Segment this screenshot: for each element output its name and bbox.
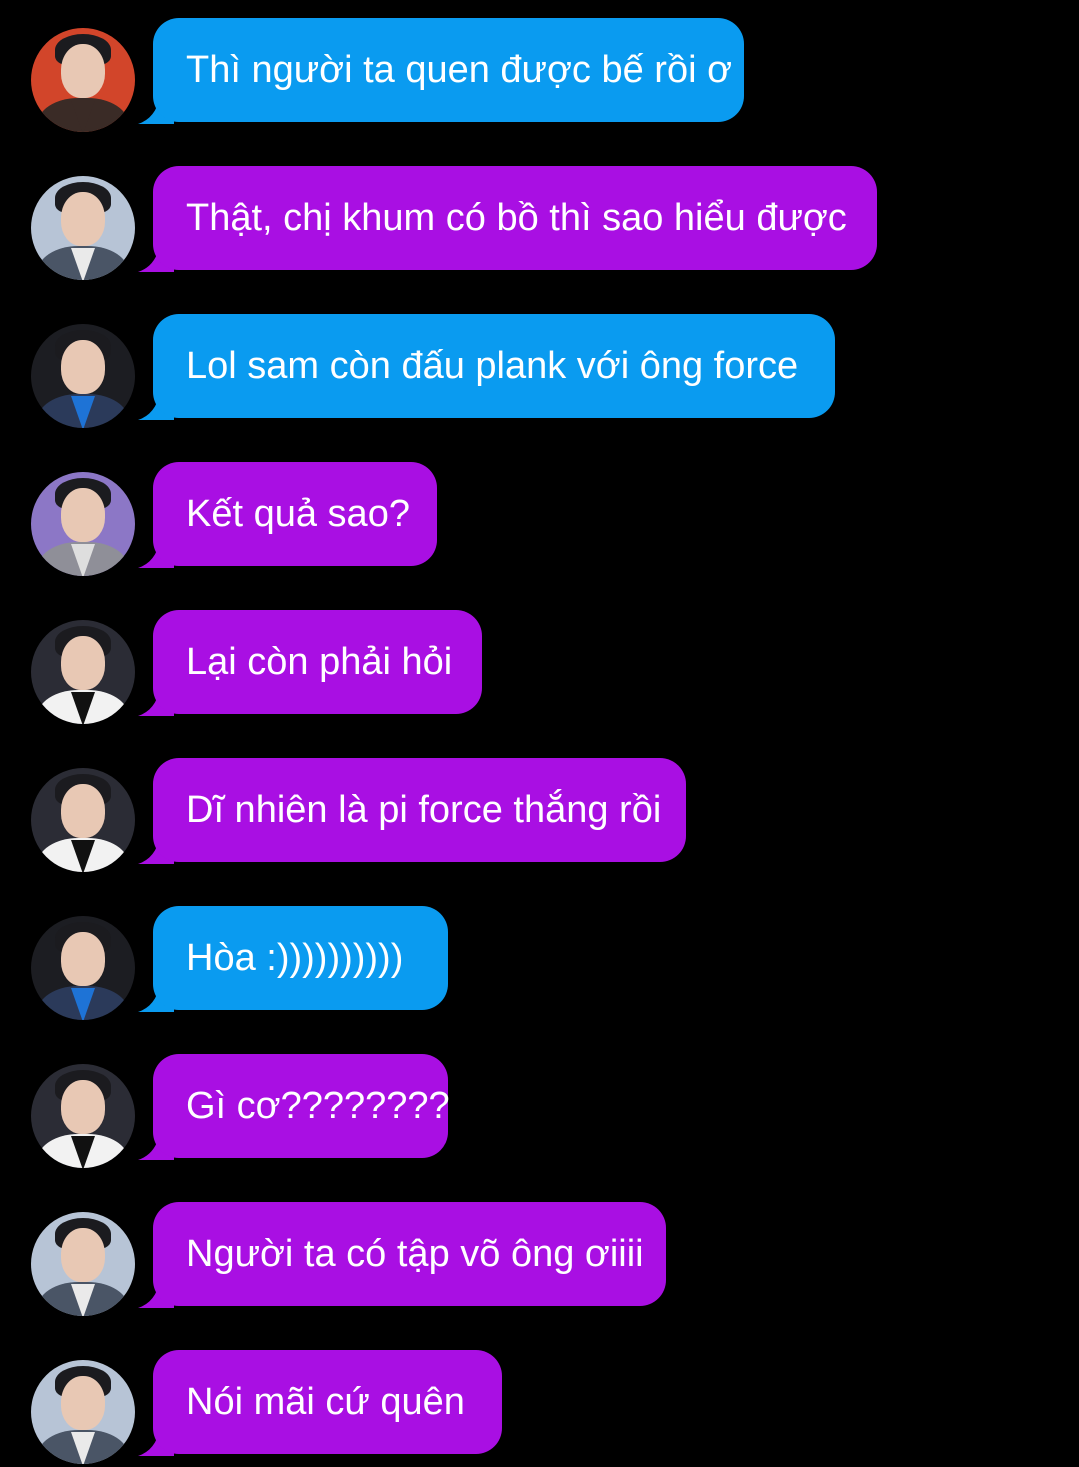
message-bubble[interactable]: Kết quả sao?	[153, 462, 437, 566]
message-row: Nói mãi cứ quên	[0, 1350, 1079, 1464]
avatar[interactable]	[31, 324, 135, 428]
message-row: Gì cơ????????	[0, 1054, 1079, 1168]
message-row: Kết quả sao?	[0, 462, 1079, 576]
message-text: Gì cơ????????	[186, 1084, 450, 1127]
message-row: Lol sam còn đấu plank với ông force	[0, 314, 1079, 428]
message-row: Lại còn phải hỏi	[0, 610, 1079, 724]
avatar[interactable]	[31, 1064, 135, 1168]
message-bubble[interactable]: Gì cơ????????	[153, 1054, 450, 1158]
message-bubble[interactable]: Lol sam còn đấu plank với ông force	[153, 314, 835, 418]
avatar[interactable]	[31, 28, 135, 132]
message-row: Thì người ta quen được bế rồi ơ	[0, 18, 1079, 132]
avatar[interactable]	[31, 472, 135, 576]
avatar[interactable]	[31, 620, 135, 724]
message-text: Thì người ta quen được bế rồi ơ	[186, 48, 733, 91]
message-bubble[interactable]: Dĩ nhiên là pi force thắng rồi	[153, 758, 686, 862]
avatar[interactable]	[31, 1212, 135, 1316]
message-bubble[interactable]: Hòa :))))))))))	[153, 906, 448, 1010]
message-bubble[interactable]: Người ta có tập võ ông ơiiii	[153, 1202, 666, 1306]
message-row: Hòa :))))))))))	[0, 906, 1079, 1020]
message-text: Hòa :))))))))))	[186, 936, 404, 979]
avatar[interactable]	[31, 176, 135, 280]
message-row: Dĩ nhiên là pi force thắng rồi	[0, 758, 1079, 872]
chat-thread: Thì người ta quen được bế rồi ơ Thật, ch…	[0, 0, 1079, 1467]
message-text: Lol sam còn đấu plank với ông force	[186, 344, 799, 387]
message-bubble[interactable]: Thì người ta quen được bế rồi ơ	[153, 18, 744, 122]
avatar[interactable]	[31, 768, 135, 872]
message-row: Người ta có tập võ ông ơiiii	[0, 1202, 1079, 1316]
message-text: Kết quả sao?	[186, 492, 410, 535]
message-bubble[interactable]: Lại còn phải hỏi	[153, 610, 482, 714]
message-text: Lại còn phải hỏi	[186, 640, 453, 683]
message-bubble[interactable]: Thật, chị khum có bồ thì sao hiểu được	[153, 166, 877, 270]
avatar[interactable]	[31, 1360, 135, 1464]
message-text: Nói mãi cứ quên	[186, 1380, 465, 1423]
message-text: Dĩ nhiên là pi force thắng rồi	[186, 788, 662, 831]
message-text: Thật, chị khum có bồ thì sao hiểu được	[186, 196, 847, 239]
avatar[interactable]	[31, 916, 135, 1020]
message-bubble[interactable]: Nói mãi cứ quên	[153, 1350, 502, 1454]
message-row: Thật, chị khum có bồ thì sao hiểu được	[0, 166, 1079, 280]
message-text: Người ta có tập võ ông ơiiii	[186, 1232, 644, 1275]
